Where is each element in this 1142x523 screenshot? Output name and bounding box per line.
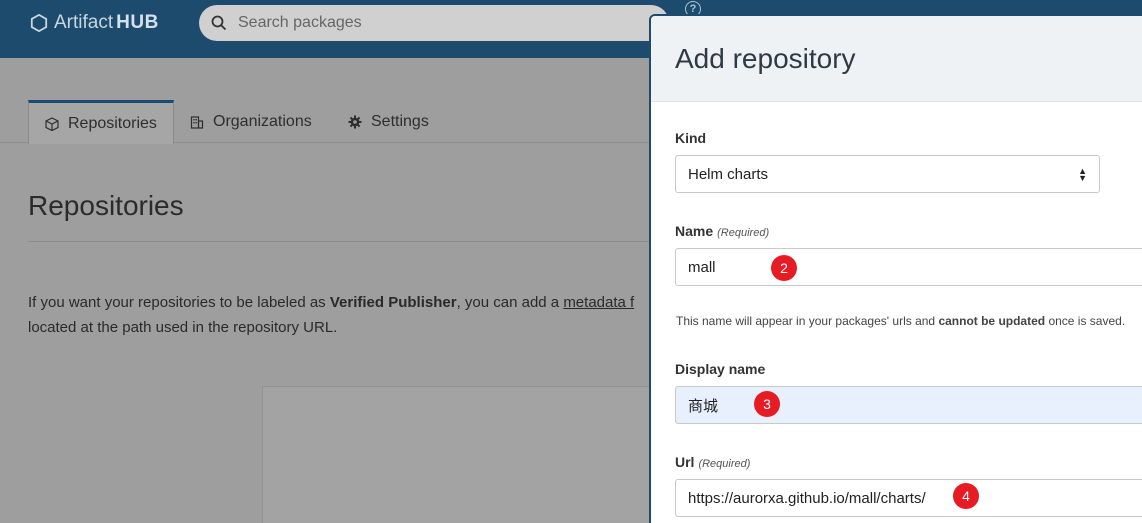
url-label-text: Url xyxy=(675,454,695,470)
kind-select-value: Helm charts xyxy=(688,165,769,183)
step-marker-2: 2 xyxy=(771,255,797,281)
building-icon xyxy=(190,115,204,129)
hexagon-logo-icon xyxy=(30,14,48,32)
hint-bold-text: cannot be updated xyxy=(938,314,1046,328)
control-panel-tabs: Repositories Organizations Settings xyxy=(0,100,660,144)
verified-publisher-intro: If you want your repositories to be labe… xyxy=(28,290,650,340)
hint-text: This name will appear in your packages' … xyxy=(676,314,939,328)
search-bar[interactable] xyxy=(199,5,669,41)
name-hint: This name will appear in your packages' … xyxy=(676,314,1125,328)
kind-select[interactable]: Helm charts ▲ ▼ xyxy=(675,155,1100,193)
title-divider xyxy=(28,241,658,242)
url-input-value: https://aurorxa.github.io/mall/charts/ xyxy=(688,489,926,507)
required-tag: (Required) xyxy=(717,227,770,239)
select-arrows-icon: ▲ ▼ xyxy=(1078,166,1087,183)
kind-label: Kind xyxy=(675,130,707,146)
name-label-text: Name xyxy=(675,223,714,239)
display-name-label: Display name xyxy=(675,361,766,377)
tab-settings[interactable]: Settings xyxy=(348,100,429,143)
modal-header: Add repository xyxy=(651,16,1142,102)
required-tag: (Required) xyxy=(698,458,751,470)
intro-text: If you want your repositories to be labe… xyxy=(28,294,330,311)
url-input[interactable]: https://aurorxa.github.io/mall/charts/ xyxy=(675,479,1142,517)
name-input[interactable]: mall xyxy=(675,248,1142,286)
name-label: Name (Required) xyxy=(675,223,769,239)
step-marker-3: 3 xyxy=(754,391,780,417)
intro-text-line2: located at the path used in the reposito… xyxy=(28,319,338,336)
logo-text-bold: HUB xyxy=(116,12,159,33)
repositories-placeholder-box xyxy=(262,386,662,523)
tab-label: Repositories xyxy=(68,114,157,132)
metadata-file-link[interactable]: metadata f xyxy=(563,294,634,311)
tab-label: Settings xyxy=(371,112,429,130)
intro-bold-text: Verified Publisher xyxy=(329,294,457,311)
tab-organizations[interactable]: Organizations xyxy=(190,100,312,143)
artifact-hub-logo[interactable]: Artifact HUB xyxy=(30,12,159,34)
url-label: Url (Required) xyxy=(675,454,750,470)
hint-text: once is saved. xyxy=(1045,314,1126,328)
display-name-input-value: 商城 xyxy=(688,397,719,415)
search-icon xyxy=(211,15,227,31)
gear-icon xyxy=(348,115,362,128)
page-title: Repositories xyxy=(28,190,184,221)
name-input-value: mall xyxy=(688,258,716,276)
search-input[interactable] xyxy=(238,14,638,32)
add-repository-modal: Add repository Kind Helm charts ▲ ▼ Name(… xyxy=(649,14,1142,523)
package-icon xyxy=(45,116,59,131)
display-name-input[interactable]: 商城 xyxy=(675,386,1142,424)
intro-text: , you can add a xyxy=(456,294,564,311)
step-marker-4: 4 xyxy=(953,483,979,509)
tab-repositories[interactable]: Repositories xyxy=(28,100,174,144)
logo-text: Artifact xyxy=(54,12,114,33)
modal-title: Add repository xyxy=(675,42,856,74)
tab-label: Organizations xyxy=(213,112,312,130)
